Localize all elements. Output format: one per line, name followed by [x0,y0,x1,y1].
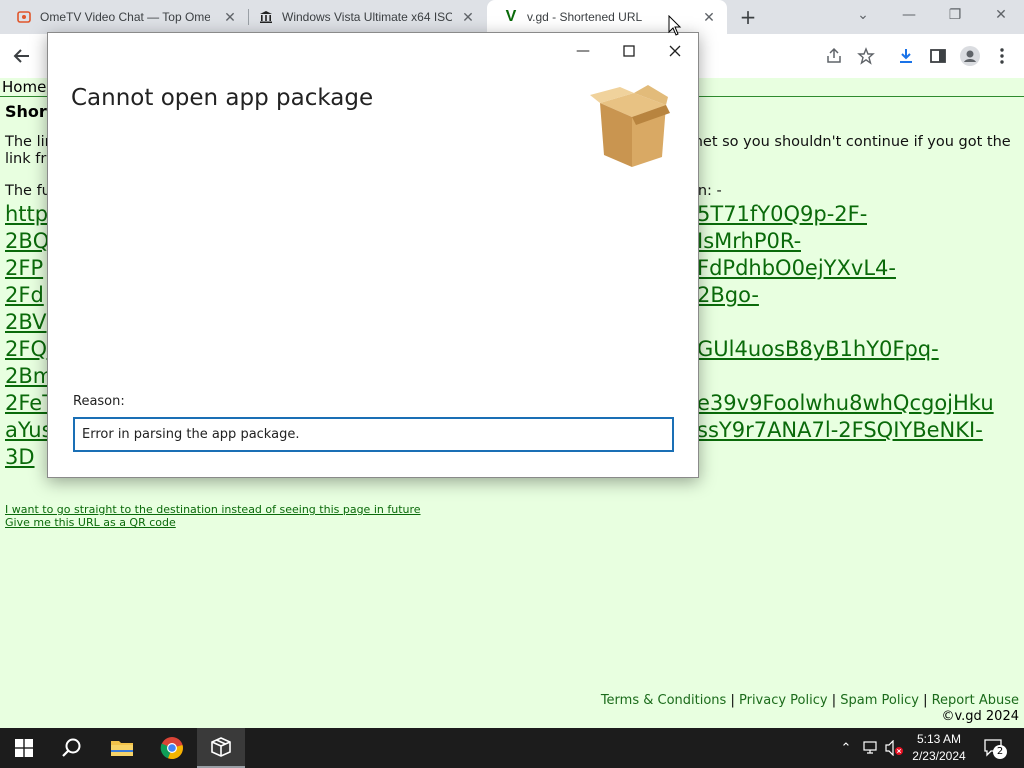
vgd-icon: V [505,8,517,25]
file-explorer-button[interactable] [98,728,146,768]
qr-code-link[interactable]: Give me this URL as a QR code [5,516,176,529]
report-abuse-link[interactable]: Report Abuse [932,693,1019,708]
folder-icon [111,741,133,756]
clock-time: 5:13 AM [916,732,962,746]
tab-search-icon[interactable]: ⌄ [852,4,874,26]
new-tab-button[interactable]: + [737,6,759,28]
footer-separator: | [831,693,837,708]
search-icon [62,738,81,757]
terms-link[interactable]: Terms & Conditions [601,693,727,708]
tab-title: Windows Vista Ultimate x64 ISO [282,10,452,24]
package-icon [211,737,231,757]
paragraph-fragment: link fr [5,151,47,167]
archive-icon [258,9,274,25]
reason-label: Reason: [73,394,125,409]
ometv-icon [16,9,32,25]
menu-dots-icon[interactable] [991,45,1013,67]
close-tab-icon[interactable]: ✕ [460,9,476,25]
volume-muted-icon[interactable] [884,738,904,758]
show-hidden-icons-chevron-icon[interactable]: ⌃ [836,738,856,758]
direct-link[interactable]: I want to go straight to the destination… [5,503,421,516]
close-tab-icon[interactable]: ✕ [701,9,717,25]
windows-taskbar: ⌃ 5:13 AM 2/23/2024 2 [0,728,1024,768]
browser-tab-strip: OmeTV Video Chat — Top Omeg ✕ Windows Vi… [0,0,1024,34]
paragraph-fragment: The lir [5,134,51,150]
network-icon[interactable] [861,738,881,758]
footer-separator: | [730,693,735,708]
system-clock[interactable]: 5:13 AM 2/23/2024 [908,731,970,765]
url-fragment[interactable]: FdPdhbO0ejYXvL4- [697,256,896,280]
package-box-icon [590,85,670,169]
bookmark-star-icon[interactable] [855,45,877,67]
minimize-icon[interactable]: — [898,4,920,26]
url-fragment[interactable]: aYus [5,418,53,442]
footer-links: Terms & Conditions | Privacy Policy | Sp… [601,693,1019,708]
notification-center-icon[interactable]: 2 [983,738,1007,759]
copyright-text: ©v.gd 2024 [941,709,1019,724]
restore-icon[interactable]: ❐ [944,4,966,26]
url-fragment[interactable]: IsMrhP0R- [697,229,801,253]
page-heading: Shor [5,102,47,121]
start-button[interactable] [0,728,48,768]
share-icon[interactable] [823,45,845,67]
clock-date: 2/23/2024 [912,749,966,763]
paragraph-fragment: rnet so you shouldn't continue if you go… [688,134,1011,150]
spam-link[interactable]: Spam Policy [840,693,919,708]
tab-vgd[interactable]: V v.gd - Shortened URL ✕ [487,0,727,34]
windows-logo-icon [15,739,33,757]
url-fragment[interactable]: 2Bm [5,364,53,388]
url-fragment[interactable]: 3D [5,445,35,469]
url-fragment[interactable]: http [5,202,48,226]
tab-title: OmeTV Video Chat — Top Omeg [40,10,210,24]
mouse-cursor-icon [668,14,682,41]
url-fragment[interactable]: 2FQ [5,337,47,361]
chrome-icon [160,737,183,760]
reason-field[interactable]: Error in parsing the app package. [73,417,674,452]
dialog-minimize-icon[interactable]: — [568,39,598,63]
chrome-button[interactable] [148,728,196,768]
privacy-link[interactable]: Privacy Policy [739,693,828,708]
url-fragment[interactable]: 5T71fY0Q9p-2F- [697,202,867,226]
back-arrow-icon[interactable] [11,45,33,67]
dialog-maximize-icon[interactable] [614,39,644,63]
url-fragment[interactable]: 2BV [5,310,47,334]
profile-avatar-icon[interactable] [959,45,981,67]
notification-count-badge: 2 [993,745,1007,759]
app-installer-button[interactable] [197,728,245,768]
close-window-icon[interactable]: ✕ [990,4,1012,26]
tab-vista-iso[interactable]: Windows Vista Ultimate x64 ISO ✕ [242,0,486,34]
paragraph-fragment: The fu [5,183,51,199]
url-fragment[interactable]: GUl4uosB8yB1hY0Fpq- [697,337,939,361]
dialog-close-icon[interactable] [660,39,690,63]
side-panel-icon[interactable] [927,45,949,67]
home-link[interactable]: Home [2,78,46,96]
url-fragment[interactable]: 2Fd [5,283,44,307]
close-tab-icon[interactable]: ✕ [222,9,238,25]
tab-ometv[interactable]: OmeTV Video Chat — Top Omeg ✕ [0,0,248,34]
dialog-title: Cannot open app package [71,85,374,111]
url-fragment[interactable]: 2BQ [5,229,49,253]
download-icon[interactable] [895,45,917,67]
url-fragment[interactable]: ssY9r7ANA7l-2FSQIYBeNKI- [697,418,983,442]
url-fragment[interactable]: 2FP [5,256,43,280]
app-install-dialog: — Cannot open app package Reason: Error … [47,32,699,478]
url-fragment[interactable]: 2Bgo- [697,283,759,307]
footer-separator: | [923,693,928,708]
url-fragment[interactable]: e39v9Foolwhu8whQcgojHku [697,391,994,415]
search-button[interactable] [48,728,96,768]
